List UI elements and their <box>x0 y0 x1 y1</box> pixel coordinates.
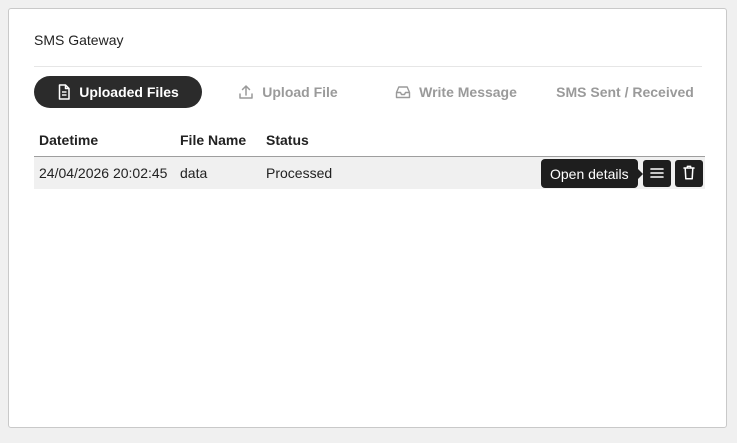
open-details-tooltip: Open details <box>541 159 643 188</box>
tab-bar: Uploaded Files Upload File Write Message <box>34 76 714 108</box>
cell-datetime: 24/04/2026 20:02:45 <box>39 165 168 181</box>
tab-label: Write Message <box>419 84 517 100</box>
document-icon <box>57 84 71 100</box>
sms-gateway-panel: SMS Gateway Uploaded Files Upload File W… <box>8 8 727 428</box>
table-row: 24/04/2026 20:02:45 data Processed Open … <box>34 157 705 189</box>
open-details-button[interactable] <box>643 160 671 187</box>
title-divider <box>34 66 702 67</box>
trash-icon <box>683 165 695 183</box>
tab-label: Upload File <box>262 84 338 100</box>
tab-label: Uploaded Files <box>79 84 179 100</box>
table-header: Datetime File Name Status <box>34 127 705 157</box>
tab-uploaded-files[interactable]: Uploaded Files <box>34 76 202 108</box>
tab-write-message[interactable]: Write Message <box>386 76 526 108</box>
tab-label: SMS Sent / Received <box>556 84 694 100</box>
upload-icon <box>238 84 254 100</box>
column-header-status: Status <box>266 132 309 148</box>
menu-icon <box>650 166 664 182</box>
inbox-icon <box>395 85 411 99</box>
panel-title: SMS Gateway <box>34 32 124 48</box>
column-header-datetime: Datetime <box>39 132 99 148</box>
files-table: Datetime File Name Status 24/04/2026 20:… <box>34 127 705 189</box>
tab-upload-file[interactable]: Upload File <box>233 76 343 108</box>
delete-button[interactable] <box>675 160 703 187</box>
tab-sms-sent-received[interactable]: SMS Sent / Received <box>550 76 700 108</box>
cell-status: Processed <box>266 165 333 181</box>
column-header-file-name: File Name <box>180 132 247 148</box>
cell-file-name: data <box>180 165 208 181</box>
